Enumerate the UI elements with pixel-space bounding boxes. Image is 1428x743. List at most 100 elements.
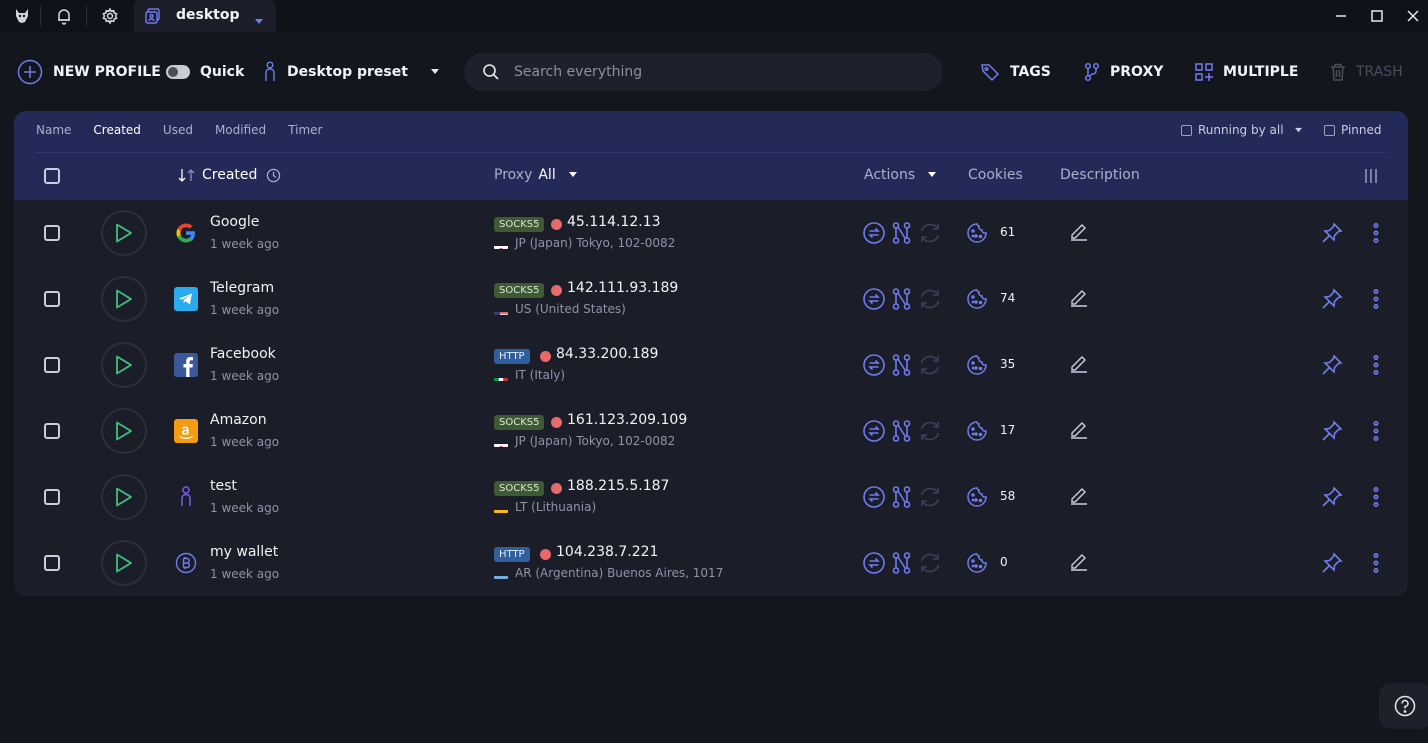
profile-name[interactable]: Google bbox=[210, 214, 259, 230]
profile-name[interactable]: my wallet bbox=[210, 544, 278, 560]
help-button[interactable] bbox=[1379, 683, 1428, 729]
proxy-check-icon[interactable] bbox=[890, 287, 914, 311]
running-checkbox[interactable] bbox=[1181, 124, 1192, 136]
play-button[interactable] bbox=[101, 540, 147, 586]
refresh-icon[interactable] bbox=[918, 353, 942, 377]
profile-row[interactable]: Facebook 1 week ago HTTP 84.33.200.189 I… bbox=[14, 332, 1408, 398]
cookie-icon[interactable] bbox=[966, 288, 990, 312]
select-all-checkbox[interactable] bbox=[44, 168, 60, 184]
play-button[interactable] bbox=[101, 474, 147, 520]
play-button[interactable] bbox=[101, 342, 147, 388]
pin-icon[interactable] bbox=[1320, 221, 1344, 249]
more-options-icon[interactable] bbox=[1364, 551, 1388, 579]
proxy-check-icon[interactable] bbox=[890, 485, 914, 509]
sync-icon[interactable] bbox=[862, 419, 886, 443]
refresh-icon[interactable] bbox=[918, 221, 942, 245]
row-checkbox[interactable] bbox=[44, 291, 60, 307]
pin-icon[interactable] bbox=[1320, 485, 1344, 513]
more-options-icon[interactable] bbox=[1364, 287, 1388, 315]
multiple-button[interactable]: MULTIPLE bbox=[1195, 60, 1298, 84]
proxy-check-icon[interactable] bbox=[890, 551, 914, 575]
wolf-logo-icon[interactable] bbox=[0, 0, 44, 32]
profile-name[interactable]: test bbox=[210, 478, 237, 494]
pin-icon[interactable] bbox=[1320, 353, 1344, 381]
play-button[interactable] bbox=[101, 408, 147, 454]
edit-description-icon[interactable] bbox=[1069, 551, 1089, 575]
profile-name[interactable]: Telegram bbox=[210, 280, 274, 296]
sort-tab-name[interactable]: Name bbox=[36, 123, 71, 137]
sort-tab-used[interactable]: Used bbox=[163, 123, 193, 137]
more-options-icon[interactable] bbox=[1364, 485, 1388, 513]
proxy-column-header[interactable]: Proxy All bbox=[494, 167, 578, 183]
more-options-icon[interactable] bbox=[1364, 221, 1388, 249]
play-button[interactable] bbox=[101, 210, 147, 256]
refresh-icon[interactable] bbox=[918, 485, 942, 509]
maximize-icon[interactable] bbox=[1359, 0, 1395, 32]
proxy-button[interactable]: PROXY bbox=[1084, 60, 1163, 84]
created-column-header[interactable]: Created bbox=[178, 167, 281, 183]
toggle-switch[interactable] bbox=[166, 65, 190, 79]
bell-icon[interactable] bbox=[42, 0, 86, 32]
close-icon[interactable] bbox=[1395, 0, 1428, 32]
cookie-icon[interactable] bbox=[966, 354, 990, 378]
cookie-icon[interactable] bbox=[966, 486, 990, 510]
sort-tab-timer[interactable]: Timer bbox=[288, 123, 322, 137]
preset-select[interactable]: Desktop preset bbox=[263, 60, 440, 84]
more-options-icon[interactable] bbox=[1364, 419, 1388, 447]
tab-desktop[interactable]: desktop bbox=[134, 0, 276, 32]
sync-icon[interactable] bbox=[862, 287, 886, 311]
sync-icon[interactable] bbox=[862, 221, 886, 245]
sync-icon[interactable] bbox=[862, 551, 886, 575]
refresh-icon[interactable] bbox=[918, 287, 942, 311]
quick-toggle[interactable]: Quick bbox=[166, 60, 244, 84]
column-settings-icon[interactable] bbox=[1364, 169, 1378, 183]
tags-button[interactable]: TAGS bbox=[980, 60, 1051, 84]
edit-description-icon[interactable] bbox=[1069, 287, 1089, 311]
proxy-check-icon[interactable] bbox=[890, 419, 914, 443]
sync-icon[interactable] bbox=[862, 485, 886, 509]
cookie-icon[interactable] bbox=[966, 552, 990, 576]
row-checkbox[interactable] bbox=[44, 357, 60, 373]
edit-description-icon[interactable] bbox=[1069, 221, 1089, 245]
edit-description-icon[interactable] bbox=[1069, 353, 1089, 377]
cookie-icon[interactable] bbox=[966, 420, 990, 444]
search-bar[interactable] bbox=[464, 53, 943, 91]
row-checkbox[interactable] bbox=[44, 423, 60, 439]
sort-tab-created[interactable]: Created bbox=[93, 123, 141, 137]
sync-icon[interactable] bbox=[862, 353, 886, 377]
sort-tab-modified[interactable]: Modified bbox=[215, 123, 266, 137]
row-checkbox[interactable] bbox=[44, 225, 60, 241]
profile-row[interactable]: Telegram 1 week ago SOCKS5 142.111.93.18… bbox=[14, 266, 1408, 332]
caret-down-icon[interactable] bbox=[254, 11, 264, 30]
row-checkbox[interactable] bbox=[44, 555, 60, 571]
pin-icon[interactable] bbox=[1320, 419, 1344, 447]
cookie-icon[interactable] bbox=[966, 222, 990, 246]
pin-icon[interactable] bbox=[1320, 551, 1344, 579]
edit-description-icon[interactable] bbox=[1069, 419, 1089, 443]
trash-button[interactable]: TRASH bbox=[1330, 60, 1403, 84]
actions-column-header[interactable]: Actions bbox=[864, 167, 937, 183]
more-options-icon[interactable] bbox=[1364, 353, 1388, 381]
gear-icon[interactable] bbox=[88, 0, 132, 32]
edit-description-icon[interactable] bbox=[1069, 485, 1089, 509]
new-profile-button[interactable]: NEW PROFILE bbox=[17, 59, 161, 85]
profile-name[interactable]: Facebook bbox=[210, 346, 276, 362]
running-filter[interactable]: Running by all bbox=[1181, 123, 1303, 137]
profile-row[interactable]: test 1 week ago SOCKS5 188.215.5.187 LT … bbox=[14, 464, 1408, 530]
proxy-check-icon[interactable] bbox=[890, 353, 914, 377]
refresh-icon[interactable] bbox=[918, 419, 942, 443]
proxy-check-icon[interactable] bbox=[890, 221, 914, 245]
cookie-count: 58 bbox=[1000, 489, 1016, 503]
profile-row[interactable]: Google 1 week ago SOCKS5 45.114.12.13 JP… bbox=[14, 200, 1408, 266]
refresh-icon[interactable] bbox=[918, 551, 942, 575]
pinned-filter[interactable]: Pinned bbox=[1324, 123, 1382, 137]
row-checkbox[interactable] bbox=[44, 489, 60, 505]
pinned-checkbox[interactable] bbox=[1324, 124, 1335, 136]
profile-row[interactable]: my wallet 1 week ago HTTP 104.238.7.221 … bbox=[14, 530, 1408, 596]
search-input[interactable] bbox=[514, 64, 894, 80]
profile-name[interactable]: Amazon bbox=[210, 412, 267, 428]
minimize-icon[interactable] bbox=[1323, 0, 1359, 32]
play-button[interactable] bbox=[101, 276, 147, 322]
profile-row[interactable]: Amazon 1 week ago SOCKS5 161.123.209.109… bbox=[14, 398, 1408, 464]
pin-icon[interactable] bbox=[1320, 287, 1344, 315]
